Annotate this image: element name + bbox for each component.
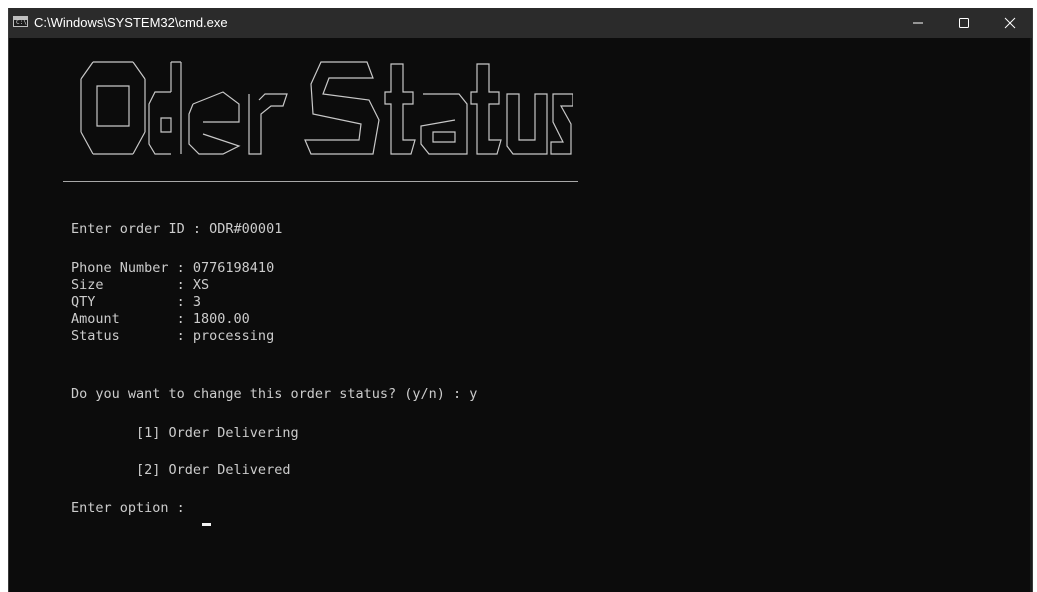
console-window[interactable]: C:\ C:\Windows\SYSTEM32\cmd.exe Enter or… (8, 8, 1033, 592)
banner-divider (63, 181, 578, 182)
size-line: Size : XS (71, 277, 210, 293)
order-id-prompt: Enter order ID : ODR#00001 (71, 221, 283, 237)
banner-letter-u (506, 93, 548, 155)
qty-line: QTY : 3 (71, 294, 202, 310)
banner-letter-s (304, 61, 380, 155)
banner-letter-e (188, 91, 241, 155)
banner-letter-t-2 (470, 63, 502, 155)
minimize-icon (913, 22, 923, 24)
minimize-button[interactable] (895, 8, 941, 38)
scrollbar-track[interactable] (1030, 38, 1032, 592)
close-icon (1004, 17, 1016, 29)
banner-letter-a (420, 93, 468, 155)
status-line: Status : processing (71, 328, 275, 344)
change-status-prompt: Do you want to change this order status?… (71, 386, 478, 402)
ascii-banner (80, 61, 573, 155)
option-delivered: [2] Order Delivered (71, 462, 291, 478)
cmd-app-icon[interactable]: C:\ (13, 16, 28, 27)
banner-letter-r (248, 93, 288, 155)
window-title: C:\Windows\SYSTEM32\cmd.exe (34, 15, 228, 30)
option-input-prompt: Enter option : (71, 500, 193, 516)
maximize-button[interactable] (941, 8, 987, 38)
banner-letter-o (80, 61, 146, 155)
banner-letter-s-small (550, 93, 573, 155)
maximize-icon (959, 18, 969, 28)
option-delivering: [1] Order Delivering (71, 425, 299, 441)
banner-letter-t-1 (384, 63, 416, 155)
amount-line: Amount : 1800.00 (71, 311, 250, 327)
phone-number-line: Phone Number : 0776198410 (71, 260, 275, 276)
text-cursor[interactable] (202, 523, 211, 526)
close-button[interactable] (987, 8, 1033, 38)
title-bar[interactable]: C:\ C:\Windows\SYSTEM32\cmd.exe (9, 8, 1032, 38)
cmd-app-icon-glyph: C:\ (16, 19, 27, 26)
terminal-output[interactable]: Enter order ID : ODR#00001 Phone Number … (9, 38, 1032, 592)
banner-letter-d (148, 61, 182, 155)
